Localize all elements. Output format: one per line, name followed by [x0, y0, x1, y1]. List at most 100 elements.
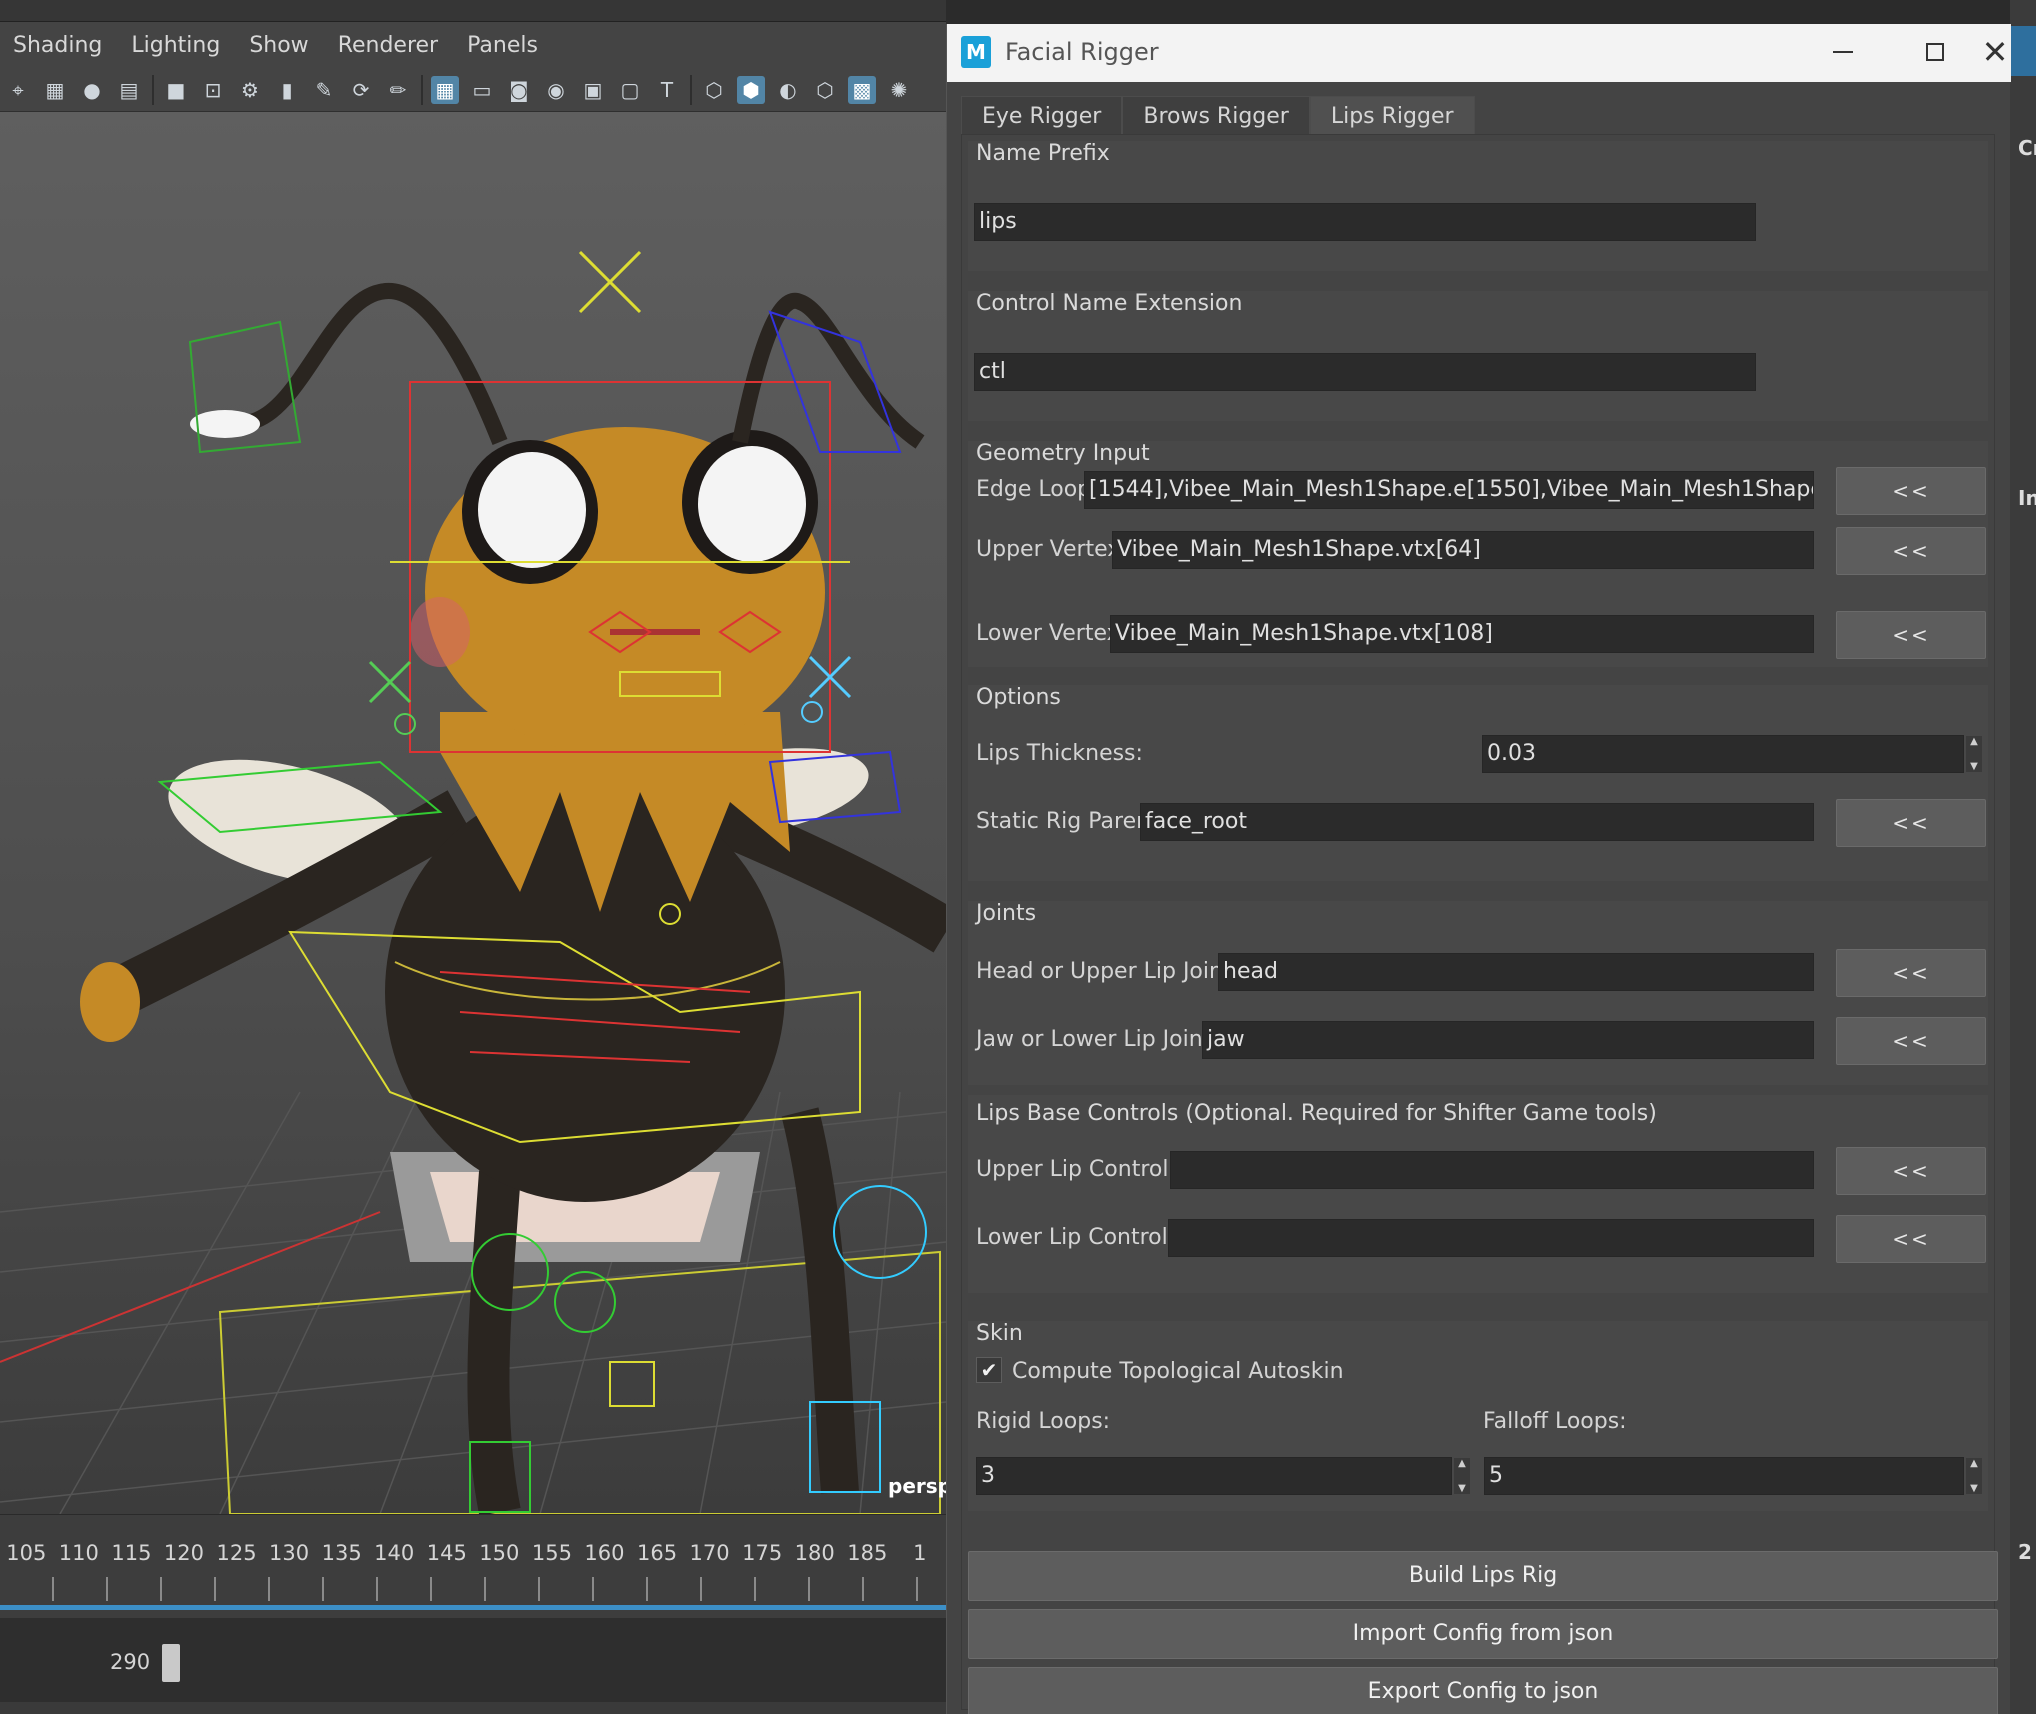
head-joint-label: Head or Upper Lip Joint: [976, 959, 1239, 984]
range-slider-handle[interactable] [162, 1644, 180, 1682]
minimize-button[interactable] [1813, 30, 1873, 74]
edge-loop-pick-button[interactable]: << [1836, 467, 1986, 515]
lower-lip-control-pick-button[interactable]: << [1836, 1215, 1986, 1263]
maya-panel: Shading Lighting Show Renderer Panels ⌖ … [0, 0, 946, 1714]
jaw-joint-pick-button[interactable]: << [1836, 1017, 1986, 1065]
minimize-icon [1833, 51, 1853, 53]
lower-vertex-input[interactable]: Vibee_Main_Mesh1Shape.vtx[108] [1110, 615, 1814, 653]
spin-down-icon[interactable]: ▼ [1458, 1483, 1466, 1494]
tick-label: 175 [742, 1541, 783, 1565]
spin-down-icon[interactable]: ▼ [1970, 761, 1978, 772]
spin-up-icon[interactable]: ▲ [1970, 1458, 1978, 1469]
edge-loop-label: Edge Loop: [976, 477, 1099, 502]
range-slider[interactable]: 290 [0, 1618, 946, 1702]
bookmark-icon[interactable]: ▮ [273, 76, 301, 104]
panel-menubar: Shading Lighting Show Renderer Panels [0, 22, 946, 68]
menu-renderer[interactable]: Renderer [338, 33, 438, 58]
camera-name-label: persp [888, 1474, 946, 1498]
falloff-loops-spinner[interactable]: ▲ ▼ [1966, 1458, 1982, 1494]
field-chart-icon[interactable]: ▣ [579, 76, 607, 104]
autoskin-checkbox[interactable]: ✔ [976, 1357, 1002, 1383]
range-end-value[interactable]: 290 [110, 1650, 150, 1674]
tick-label: 145 [426, 1541, 467, 1565]
image-plane-icon[interactable]: ▤ [115, 76, 143, 104]
tick-label: 160 [584, 1541, 625, 1565]
import-config-button[interactable]: Import Config from json [968, 1609, 1998, 1659]
resolution-gate-icon[interactable]: ◙ [505, 76, 533, 104]
upper-lip-control-pick-button[interactable]: << [1836, 1147, 1986, 1195]
upper-vertex-input[interactable]: Vibee_Main_Mesh1Shape.vtx[64] [1112, 531, 1814, 569]
tab-brows-rigger[interactable]: Brows Rigger [1122, 96, 1310, 134]
spin-down-icon[interactable]: ▼ [1970, 1483, 1978, 1494]
window-titlebar[interactable]: M Facial Rigger ✕ [947, 24, 2011, 82]
gate-mask-icon[interactable]: ◉ [542, 76, 570, 104]
static-parent-pick-button[interactable]: << [1836, 799, 1986, 847]
panel-layout-icon[interactable]: ▦ [41, 76, 69, 104]
tick-label: 155 [531, 1541, 572, 1565]
wireframe-on-shaded-icon[interactable]: ⬡ [811, 76, 839, 104]
pencil-icon[interactable]: ✏ [384, 76, 412, 104]
close-icon: ✕ [1981, 33, 2009, 71]
upper-vertex-pick-button[interactable]: << [1836, 527, 1986, 575]
safe-title-icon[interactable]: T [653, 76, 681, 104]
default-lighting-icon[interactable]: ◐ [774, 76, 802, 104]
camera-attributes-icon[interactable]: ⚙ [236, 76, 264, 104]
options-label: Options [976, 685, 1061, 710]
upper-lip-control-label: Upper Lip Control: [976, 1157, 1176, 1182]
tab-eye-rigger[interactable]: Eye Rigger [961, 96, 1123, 134]
maximize-button[interactable] [1905, 30, 1965, 74]
snapshot-icon[interactable]: ⟳ [347, 76, 375, 104]
close-button[interactable]: ✕ [1965, 30, 2025, 74]
safe-action-icon[interactable]: ▢ [616, 76, 644, 104]
menu-panels[interactable]: Panels [467, 33, 538, 58]
time-slider[interactable]: 105 110 115 120 125 130 135 140 145 150 … [0, 1514, 946, 1618]
control-ext-group: Control Name Extension ctl [968, 291, 1988, 421]
static-parent-input[interactable]: face_root [1140, 803, 1814, 841]
film-gate-icon[interactable]: ▭ [468, 76, 496, 104]
control-ext-input[interactable]: ctl [974, 353, 1756, 391]
tick-label: 180 [794, 1541, 835, 1565]
shading-sphere-icon[interactable]: ● [78, 76, 106, 104]
rigid-loops-spinner[interactable]: ▲ ▼ [1454, 1458, 1470, 1494]
grid-icon[interactable]: ▦ [431, 75, 459, 104]
tab-lips-rigger[interactable]: Lips Rigger [1309, 96, 1475, 134]
menu-show[interactable]: Show [249, 33, 308, 58]
spin-up-icon[interactable]: ▲ [1970, 736, 1978, 747]
falloff-loops-label: Falloff Loops: [1483, 1409, 1627, 1434]
tick-label: 115 [111, 1541, 152, 1565]
background-label: In [2018, 486, 2036, 510]
autoskin-label: Compute Topological Autoskin [1012, 1359, 1344, 1384]
jaw-joint-input[interactable]: jaw [1202, 1021, 1814, 1059]
textured-icon[interactable]: ▩ [848, 75, 876, 104]
name-prefix-input[interactable]: lips [974, 203, 1756, 241]
edge-loop-input[interactable]: [1544],Vibee_Main_Mesh1Shape.e[1550],Vib… [1084, 471, 1814, 509]
tick-label: 135 [321, 1541, 362, 1565]
upper-lip-control-input[interactable] [1170, 1151, 1814, 1189]
lower-lip-control-input[interactable] [1168, 1219, 1814, 1257]
smooth-shade-icon[interactable]: ⬢ [737, 75, 765, 104]
tick-label: 1 [913, 1541, 927, 1565]
head-joint-pick-button[interactable]: << [1836, 949, 1986, 997]
build-lips-rig-button[interactable]: Build Lips Rig [968, 1551, 1998, 1601]
export-config-button[interactable]: Export Config to json [968, 1667, 1998, 1714]
rigid-loops-input[interactable]: 3 [976, 1457, 1452, 1495]
skin-label: Skin [976, 1321, 1023, 1346]
camera-icon[interactable]: ■ [162, 76, 190, 104]
falloff-loops-input[interactable]: 5 [1484, 1457, 1964, 1495]
lips-thickness-input[interactable]: 0.03 [1482, 735, 1964, 773]
panel-toolbar: ⌖ ▦ ● ▤ ■ ⊡ ⚙ ▮ ✎ ⟳ ✏ ▦ ▭ ◙ ◉ ▣ ▢ T ⬡ ⬢ … [0, 68, 946, 112]
menu-lighting[interactable]: Lighting [131, 33, 220, 58]
menu-shading[interactable]: Shading [13, 33, 102, 58]
spin-up-icon[interactable]: ▲ [1458, 1458, 1466, 1469]
lock-camera-icon[interactable]: ⊡ [199, 76, 227, 104]
head-joint-input[interactable]: head [1218, 953, 1814, 991]
tick-label: 140 [374, 1541, 415, 1565]
select-camera-icon[interactable]: ⌖ [4, 76, 32, 104]
lips-thickness-spinner[interactable]: ▲ ▼ [1966, 736, 1982, 772]
current-time-bar [0, 1605, 946, 1610]
perspective-viewport[interactable]: persp [0, 112, 946, 1514]
lower-vertex-pick-button[interactable]: << [1836, 611, 1986, 659]
lights-icon[interactable]: ✺ [885, 76, 913, 104]
grease-pencil-icon[interactable]: ✎ [310, 76, 338, 104]
wireframe-icon[interactable]: ⬡ [700, 76, 728, 104]
